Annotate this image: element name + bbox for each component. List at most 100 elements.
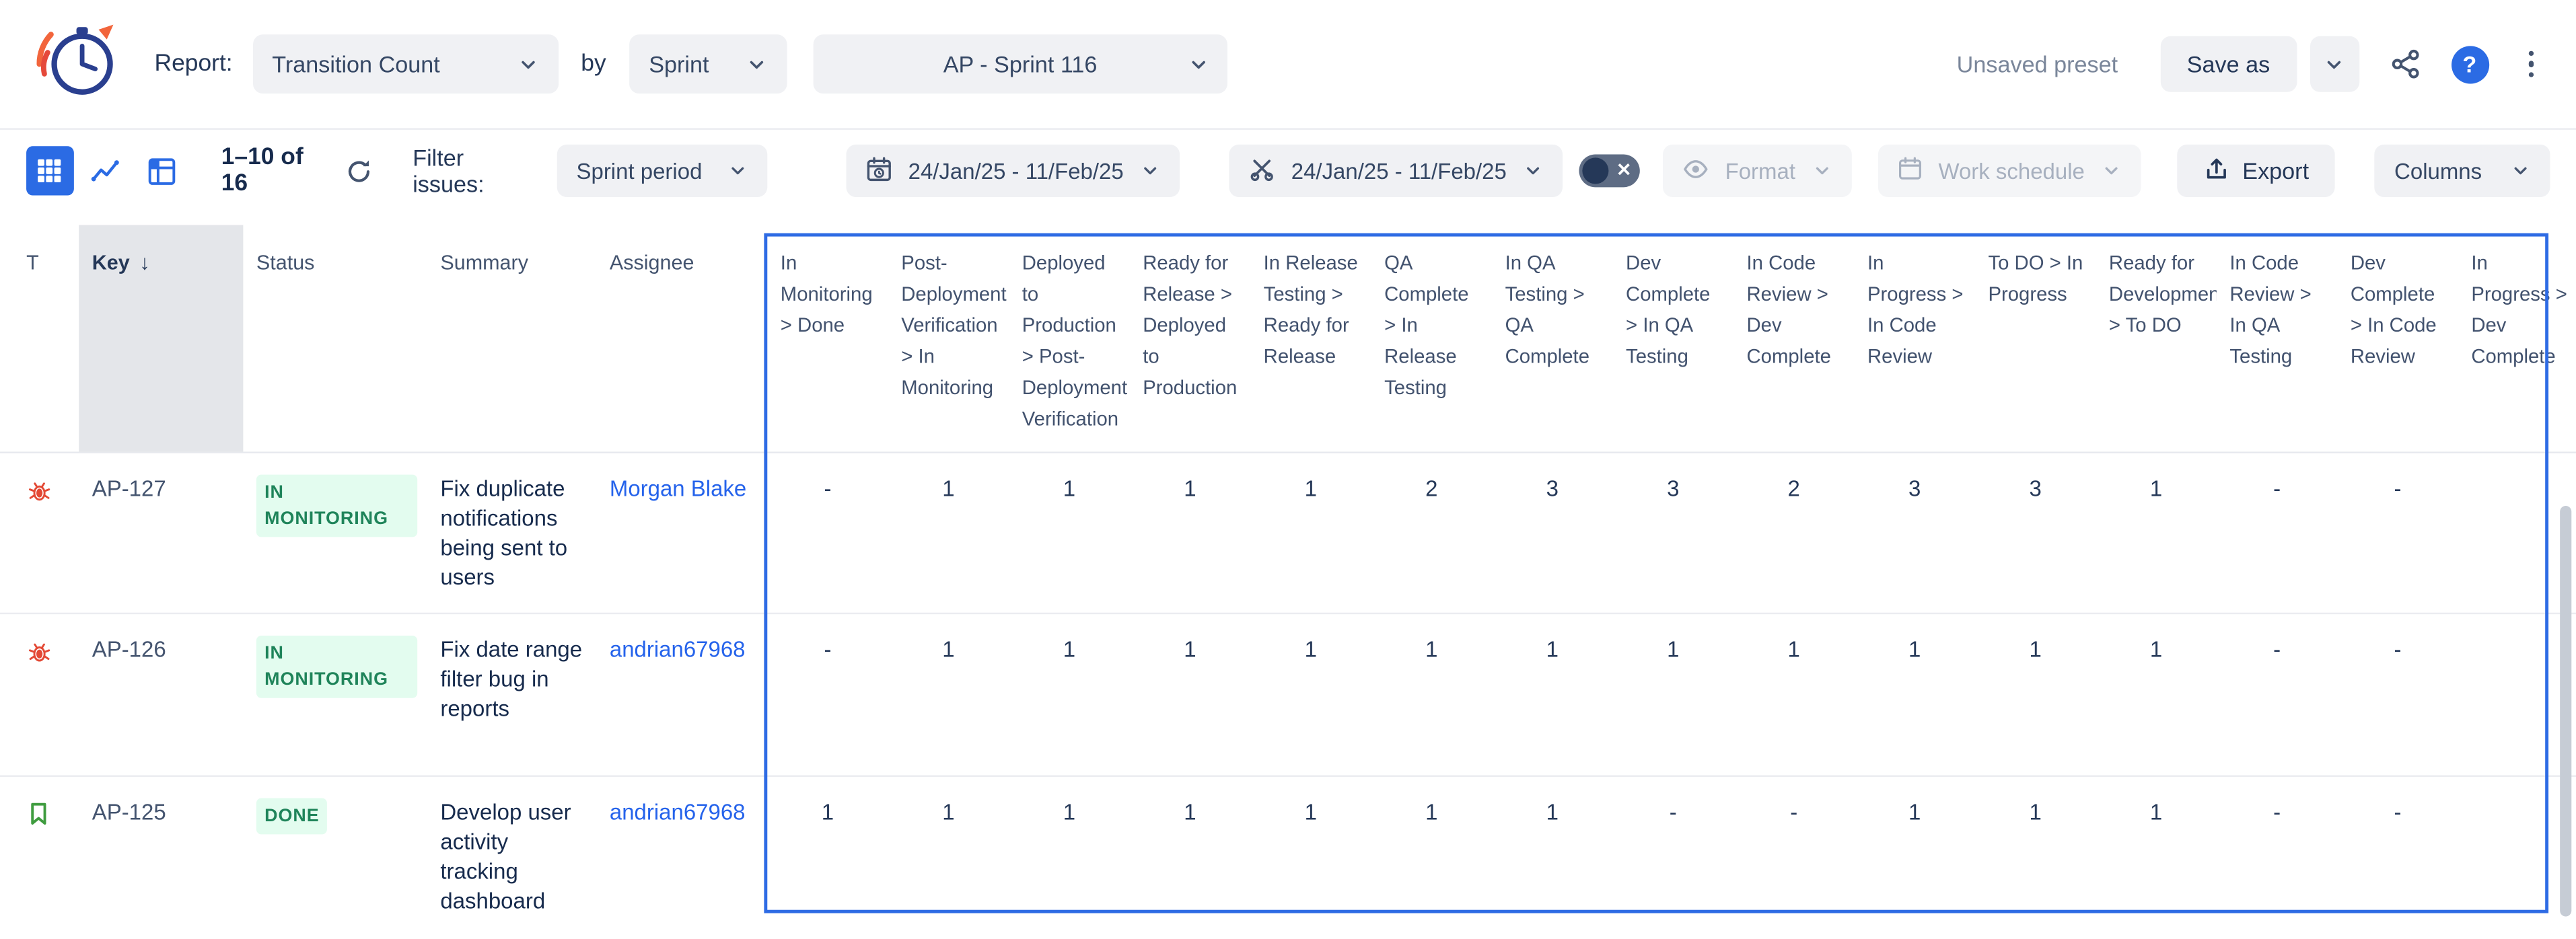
transition-column-header[interactable]: In Monitoring > Done — [767, 225, 888, 452]
transition-count-cell — [2458, 777, 2576, 939]
assignee-cell: andrian67968 — [596, 614, 767, 775]
format-label: Format — [1725, 159, 1795, 184]
issue-key[interactable]: AP-126 — [79, 614, 243, 775]
column-header-status[interactable]: Status — [243, 225, 427, 452]
summary-text: Fix duplicate notifications being sent t… — [427, 453, 596, 613]
transition-count-cell: - — [2337, 777, 2458, 939]
status-badge: DONE — [256, 798, 328, 835]
chevron-down-icon — [1140, 161, 1159, 180]
columns-label: Columns — [2394, 159, 2482, 184]
assignee-cell: Morgan Blake — [596, 453, 767, 613]
status-badge: IN MONITORING — [256, 636, 417, 698]
sprint-range-icon — [1248, 155, 1275, 186]
issue-key[interactable]: AP-127 — [79, 453, 243, 613]
transition-column-header[interactable]: Deployed to Production > Post-Deployment… — [1009, 225, 1129, 452]
refresh-icon[interactable] — [345, 157, 373, 185]
column-header-key[interactable]: Key ↓ — [79, 225, 243, 452]
chart-view-button[interactable] — [82, 146, 130, 195]
transition-count-cell: 1 — [1130, 453, 1250, 613]
transition-count-cell — [2458, 453, 2576, 613]
group-by-dropdown[interactable]: Sprint — [629, 34, 787, 93]
transition-column-header[interactable]: Ready for Development > To DO — [2096, 225, 2216, 452]
highlight-toggle[interactable]: ✕ — [1579, 155, 1639, 188]
transition-count-cell: 1 — [1371, 777, 1492, 939]
transition-count-cell: 3 — [1854, 453, 1974, 613]
transition-column-header[interactable]: In Release Testing > Ready for Release — [1250, 225, 1371, 452]
chevron-down-icon — [1188, 53, 1209, 75]
table-header-row: T Key ↓ Status Summary Assignee In Monit… — [0, 225, 2576, 453]
issue-key[interactable]: AP-125 — [79, 777, 243, 939]
chevron-down-icon — [727, 161, 747, 180]
filter-period-value: Sprint period — [577, 159, 703, 184]
transition-column-header[interactable]: QA Complete > In Release Testing — [1371, 225, 1492, 452]
sprint-range-dropdown[interactable]: 24/Jan/25 - 11/Feb/25 — [1229, 145, 1563, 197]
transition-count-cell: 1 — [1009, 777, 1129, 939]
transition-column-header[interactable]: In Progress > In Code Review — [1854, 225, 1974, 452]
assignee-link[interactable]: andrian67968 — [610, 637, 746, 662]
assignee-link[interactable]: Morgan Blake — [610, 476, 746, 501]
sprint-dropdown[interactable]: AP - Sprint 116 — [813, 34, 1227, 93]
columns-dropdown[interactable]: Columns — [2375, 145, 2550, 197]
pivot-view-button[interactable] — [137, 146, 185, 195]
save-as-menu-button[interactable] — [2310, 36, 2359, 92]
transition-column-header[interactable]: In QA Testing > QA Complete — [1492, 225, 1612, 452]
toolbar: 1–10 of 16 Filter issues: Sprint period … — [0, 130, 2576, 212]
export-button[interactable]: Export — [2177, 145, 2336, 197]
transition-count-cell: 1 — [888, 453, 1009, 613]
save-as-button[interactable]: Save as — [2161, 36, 2297, 92]
transition-column-header[interactable]: In Code Review > Dev Complete — [1733, 225, 1854, 452]
filter-period-dropdown[interactable]: Sprint period — [557, 145, 766, 197]
transition-table: T Key ↓ Status Summary Assignee In Monit… — [0, 225, 2576, 939]
key-header-label: Key — [92, 248, 130, 279]
transition-column-header[interactable]: In Progress > Dev Complete — [2458, 225, 2576, 452]
app-logo[interactable] — [26, 13, 128, 115]
column-header-summary[interactable]: Summary — [427, 225, 596, 452]
transition-count-cell: 1 — [1250, 777, 1371, 939]
status-cell: IN MONITORING — [243, 453, 427, 613]
toggle-off-icon: ✕ — [1616, 159, 1632, 180]
transition-column-header[interactable]: In Code Review > In QA Testing — [2217, 225, 2337, 452]
group-by-value: Sprint — [649, 51, 709, 77]
transition-count-cell: - — [1613, 777, 1733, 939]
export-icon — [2203, 155, 2229, 186]
bug-icon — [13, 614, 79, 775]
vertical-scrollbar[interactable] — [2560, 506, 2571, 916]
report-type-dropdown[interactable]: Transition Count — [252, 34, 558, 93]
report-type-value: Transition Count — [272, 51, 440, 77]
transition-count-cell: - — [2217, 453, 2337, 613]
transition-column-header[interactable]: Dev Complete > In Code Review — [2337, 225, 2458, 452]
sprint-range-value: 24/Jan/25 - 11/Feb/25 — [1291, 159, 1507, 184]
transition-count-cell: 3 — [1613, 453, 1733, 613]
transition-count-cell: - — [767, 453, 888, 613]
transition-column-header[interactable]: Dev Complete > In QA Testing — [1613, 225, 1733, 452]
sprint-value: AP - Sprint 116 — [943, 51, 1098, 77]
transition-count-cell: 1 — [1975, 777, 2096, 939]
share-icon[interactable] — [2388, 48, 2421, 81]
transition-count-cell: 1 — [1009, 453, 1129, 613]
eye-icon — [1682, 155, 1709, 186]
date-range-dropdown[interactable]: 24/Jan/25 - 11/Feb/25 — [846, 145, 1180, 197]
overflow-menu-icon[interactable] — [2521, 44, 2540, 84]
help-icon[interactable]: ? — [2451, 45, 2489, 83]
transition-count-cell: 1 — [1250, 614, 1371, 775]
app-header: Report: Transition Count by Sprint AP - … — [0, 0, 2576, 130]
chevron-down-icon — [517, 53, 538, 75]
table-row: AP-126IN MONITORINGFix date range filter… — [0, 614, 2576, 777]
transition-count-cell: 3 — [1492, 453, 1612, 613]
work-schedule-dropdown: Work schedule — [1877, 145, 2141, 197]
chevron-down-icon — [2511, 161, 2530, 180]
transition-column-header[interactable]: Post-Deployment Verification > In Monito… — [888, 225, 1009, 452]
transition-count-cell: 1 — [767, 777, 888, 939]
column-header-assignee[interactable]: Assignee — [596, 225, 767, 452]
assignee-link[interactable]: andrian67968 — [610, 800, 746, 825]
pagination-range: 1–10 of 16 — [221, 145, 332, 197]
grid-view-button[interactable] — [26, 146, 74, 195]
format-dropdown: Format — [1663, 145, 1851, 197]
transition-count-cell: - — [2217, 777, 2337, 939]
transition-column-header[interactable]: Ready for Release > Deployed to Producti… — [1130, 225, 1250, 452]
column-header-type[interactable]: T — [13, 225, 79, 452]
transition-count-cell: 2 — [1371, 453, 1492, 613]
transition-column-header[interactable]: To DO > In Progress — [1975, 225, 2096, 452]
transition-count-cell: 1 — [888, 777, 1009, 939]
sort-desc-icon: ↓ — [139, 248, 149, 279]
